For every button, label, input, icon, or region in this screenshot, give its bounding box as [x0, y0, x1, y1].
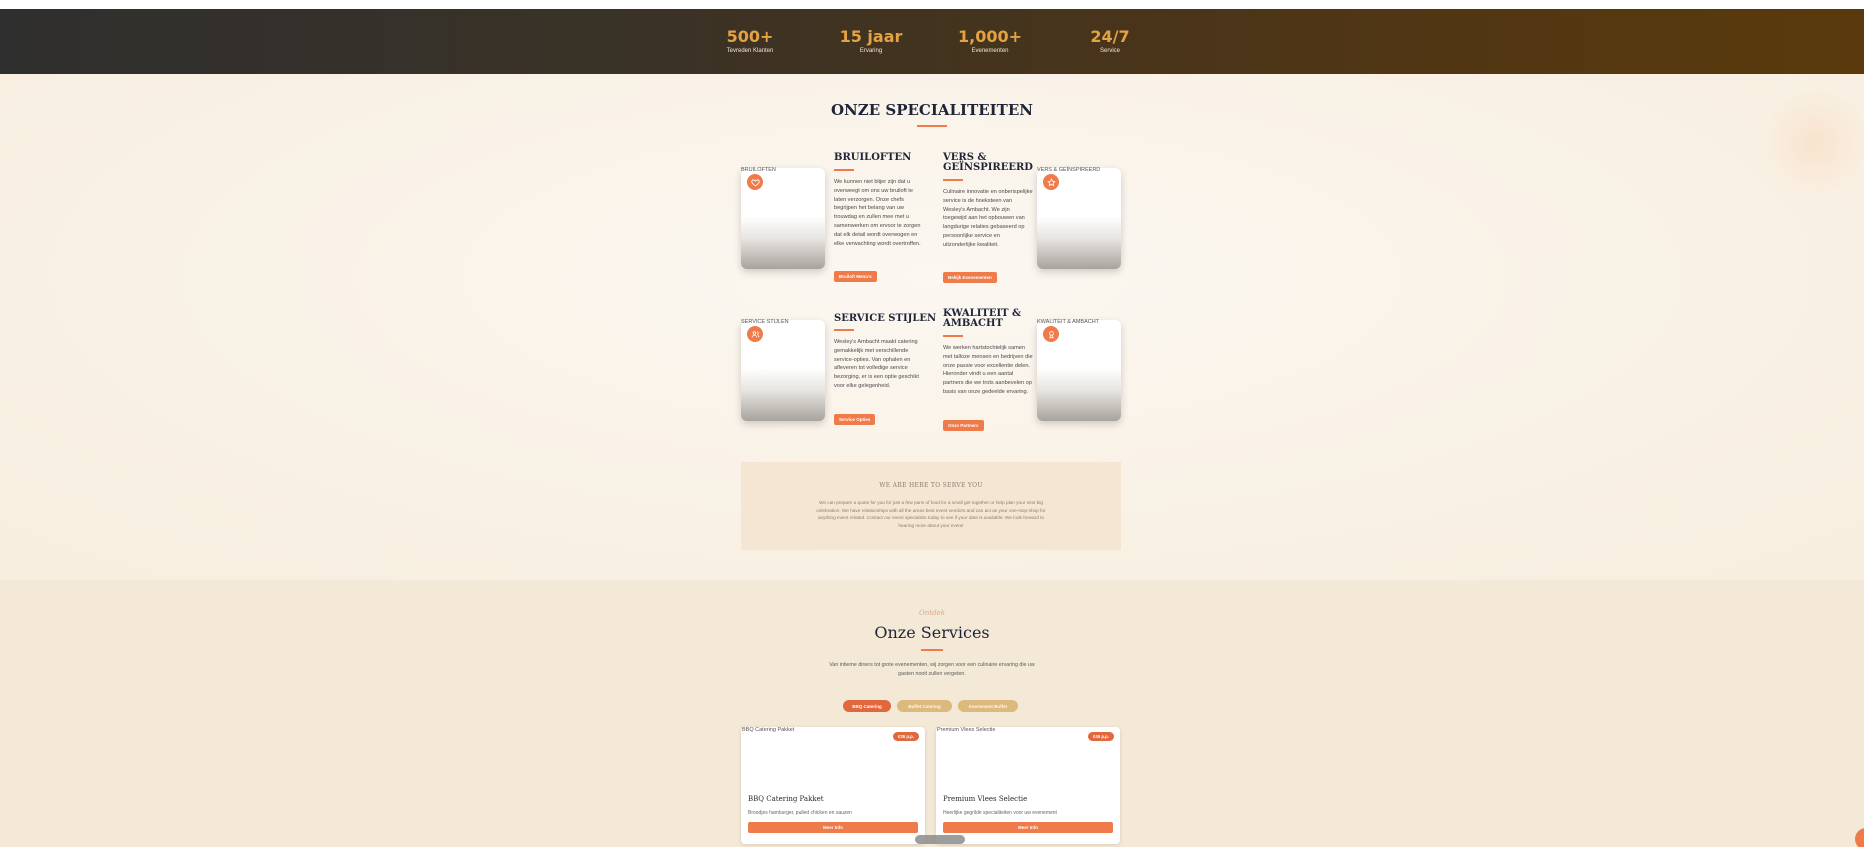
star-icon — [1043, 174, 1059, 190]
serve-you-title: WE ARE HERE TO SERVE YOU — [879, 482, 983, 489]
tab-bbq-catering[interactable]: BBQ Catering — [843, 700, 891, 712]
stat-value: 15 jaar — [839, 27, 903, 46]
stat-service: 24/7 Service — [1050, 27, 1170, 55]
package-description: Heerlijke gegrilde specialiteiten voor u… — [943, 810, 1057, 816]
serve-you-box: WE ARE HERE TO SERVE YOU We can prepare … — [741, 462, 1121, 550]
image-alt-text: SERVICE STIJLEN — [741, 319, 789, 325]
more-info-button[interactable]: Meer Info — [943, 822, 1113, 833]
award-icon — [1043, 326, 1059, 342]
service-styles-text: Wesley's Ambacht maakt catering gemakkel… — [834, 339, 919, 389]
stat-experience: 15 jaar Ervaring — [811, 27, 931, 55]
stat-label: Ervaring — [859, 48, 883, 54]
image-alt-text: BRUILOFTEN — [741, 167, 776, 173]
specialties-title: ONZE SPECIALITEITEN — [830, 101, 1033, 119]
image-alt-text: Premium Vlees Selectie — [937, 727, 996, 733]
more-info-button[interactable]: Meer Info — [748, 822, 918, 833]
our-partners-button[interactable]: Onze Partners — [943, 420, 984, 431]
fresh-heading: VERS & GEÏNSPIREERD — [943, 152, 1033, 173]
weddings-text: We kunnen niet blijer zijn dat u overwee… — [834, 179, 921, 247]
image-alt-text: KWALITEIT & AMBACHT — [1037, 319, 1100, 325]
heading-underline — [943, 179, 963, 181]
horizontal-scrollbar[interactable] — [915, 835, 965, 844]
services-title: Onze Services — [874, 623, 990, 642]
stat-value: 24/7 — [1090, 27, 1130, 46]
weddings-image: BRUILOFTEN — [741, 167, 825, 269]
price-badge: €45 p.p. — [1087, 732, 1114, 741]
package-name: Premium Vlees Selectie — [943, 795, 1028, 803]
package-description: Broodjes hamburger, pulled chicken en sa… — [748, 810, 852, 816]
stat-value: 1,000+ — [957, 27, 1022, 46]
heading-underline — [834, 169, 854, 171]
quality-heading: KWALITEIT & AMBACHT — [943, 308, 1022, 329]
stat-value: 500+ — [726, 27, 774, 46]
title-underline — [921, 649, 943, 651]
stat-label: Evenementen — [971, 48, 1009, 54]
price-badge: €35 p.p. — [892, 732, 919, 741]
stat-events: 1,000+ Evenementen — [930, 27, 1050, 55]
package-name: BBQ Catering Pakket — [748, 795, 824, 803]
stat-label: Service — [1099, 48, 1120, 54]
stats-bar: 500+ Tevreden Klanten 15 jaar Ervaring 1… — [0, 9, 1864, 74]
tab-event-buffet[interactable]: Evenement Buffet — [958, 700, 1018, 712]
fresh-text: Culinaire innovatie en onberispelijke se… — [943, 189, 1033, 248]
weddings-heading: BRUILOFTEN — [834, 152, 912, 163]
stat-label: Tevreden Klanten — [726, 48, 774, 54]
service-options-button[interactable]: Service Opties — [834, 414, 876, 425]
package-card: BBQ Catering Pakket €35 p.p. BBQ Caterin… — [741, 727, 925, 844]
image-alt-text: VERS & GEÏNSPIREERD — [1037, 167, 1101, 173]
quality-text: We werken hartstochtelijk samen met tall… — [943, 345, 1033, 395]
services-script-label: Ontdek — [919, 609, 945, 617]
serve-you-text: We can prepare a quote for you for just … — [816, 500, 1046, 528]
image-alt-text: BBQ Catering Pakket — [742, 727, 795, 733]
weddings-menu-button[interactable]: Bruiloft Menu's — [834, 271, 877, 282]
stat-clients: 500+ Tevreden Klanten — [690, 27, 810, 55]
title-underline — [917, 125, 947, 127]
heading-underline — [834, 329, 854, 331]
tab-buffet-catering[interactable]: Buffet Catering — [897, 700, 952, 712]
quality-image: KWALITEIT & AMBACHT — [1037, 319, 1121, 421]
services-subtitle: Van intieme diners tot grote evenementen… — [829, 662, 1035, 677]
package-card: Premium Vlees Selectie €45 p.p. Premium … — [936, 727, 1120, 844]
heading-underline — [943, 335, 963, 337]
heart-icon — [747, 174, 763, 190]
services-section: Ontdek Onze Services Van intieme diners … — [0, 580, 1864, 847]
users-icon — [747, 326, 763, 342]
top-strip — [0, 0, 1864, 9]
view-events-button[interactable]: Bekijk Evenementen — [943, 272, 997, 283]
service-styles-heading: SERVICE STIJLEN — [834, 313, 937, 324]
service-styles-image: SERVICE STIJLEN — [741, 319, 825, 421]
fresh-image: VERS & GEÏNSPIREERD — [1037, 167, 1121, 269]
